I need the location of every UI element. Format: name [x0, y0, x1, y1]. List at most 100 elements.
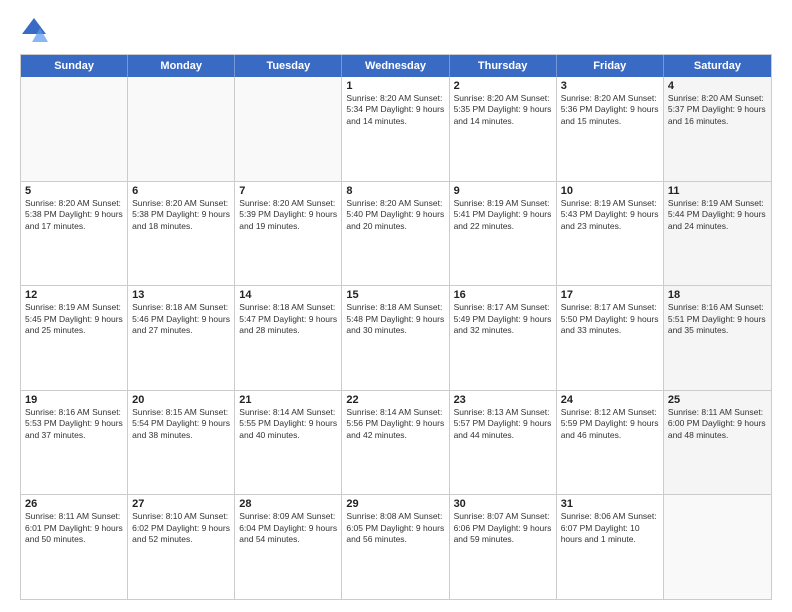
day-cell-20: 20Sunrise: 8:15 AM Sunset: 5:54 PM Dayli…: [128, 391, 235, 495]
day-number: 12: [25, 289, 123, 301]
day-info: Sunrise: 8:16 AM Sunset: 5:53 PM Dayligh…: [25, 407, 123, 441]
day-number: 14: [239, 289, 337, 301]
day-info: Sunrise: 8:19 AM Sunset: 5:44 PM Dayligh…: [668, 198, 767, 232]
day-info: Sunrise: 8:11 AM Sunset: 6:00 PM Dayligh…: [668, 407, 767, 441]
day-cell-2: 2Sunrise: 8:20 AM Sunset: 5:35 PM Daylig…: [450, 77, 557, 181]
day-number: 3: [561, 80, 659, 92]
day-info: Sunrise: 8:20 AM Sunset: 5:40 PM Dayligh…: [346, 198, 444, 232]
calendar-row-2: 5Sunrise: 8:20 AM Sunset: 5:38 PM Daylig…: [21, 181, 771, 286]
day-cell-26: 26Sunrise: 8:11 AM Sunset: 6:01 PM Dayli…: [21, 495, 128, 599]
day-info: Sunrise: 8:18 AM Sunset: 5:48 PM Dayligh…: [346, 302, 444, 336]
day-cell-6: 6Sunrise: 8:20 AM Sunset: 5:38 PM Daylig…: [128, 182, 235, 286]
day-number: 21: [239, 394, 337, 406]
calendar-row-3: 12Sunrise: 8:19 AM Sunset: 5:45 PM Dayli…: [21, 285, 771, 390]
day-cell-15: 15Sunrise: 8:18 AM Sunset: 5:48 PM Dayli…: [342, 286, 449, 390]
day-cell-3: 3Sunrise: 8:20 AM Sunset: 5:36 PM Daylig…: [557, 77, 664, 181]
day-number: 19: [25, 394, 123, 406]
calendar-header-row: SundayMondayTuesdayWednesdayThursdayFrid…: [21, 55, 771, 77]
day-info: Sunrise: 8:10 AM Sunset: 6:02 PM Dayligh…: [132, 511, 230, 545]
day-number: 29: [346, 498, 444, 510]
header-day-saturday: Saturday: [664, 55, 771, 77]
day-cell-21: 21Sunrise: 8:14 AM Sunset: 5:55 PM Dayli…: [235, 391, 342, 495]
day-cell-7: 7Sunrise: 8:20 AM Sunset: 5:39 PM Daylig…: [235, 182, 342, 286]
day-number: 2: [454, 80, 552, 92]
day-info: Sunrise: 8:07 AM Sunset: 6:06 PM Dayligh…: [454, 511, 552, 545]
day-cell-4: 4Sunrise: 8:20 AM Sunset: 5:37 PM Daylig…: [664, 77, 771, 181]
day-number: 31: [561, 498, 659, 510]
day-cell-27: 27Sunrise: 8:10 AM Sunset: 6:02 PM Dayli…: [128, 495, 235, 599]
day-info: Sunrise: 8:20 AM Sunset: 5:38 PM Dayligh…: [132, 198, 230, 232]
day-number: 9: [454, 185, 552, 197]
day-info: Sunrise: 8:14 AM Sunset: 5:56 PM Dayligh…: [346, 407, 444, 441]
day-number: 8: [346, 185, 444, 197]
day-number: 28: [239, 498, 337, 510]
day-info: Sunrise: 8:08 AM Sunset: 6:05 PM Dayligh…: [346, 511, 444, 545]
calendar-row-5: 26Sunrise: 8:11 AM Sunset: 6:01 PM Dayli…: [21, 494, 771, 599]
header: [20, 16, 772, 44]
day-number: 20: [132, 394, 230, 406]
header-day-wednesday: Wednesday: [342, 55, 449, 77]
day-cell-5: 5Sunrise: 8:20 AM Sunset: 5:38 PM Daylig…: [21, 182, 128, 286]
day-info: Sunrise: 8:20 AM Sunset: 5:36 PM Dayligh…: [561, 93, 659, 127]
day-cell-10: 10Sunrise: 8:19 AM Sunset: 5:43 PM Dayli…: [557, 182, 664, 286]
day-info: Sunrise: 8:14 AM Sunset: 5:55 PM Dayligh…: [239, 407, 337, 441]
calendar-row-1: 1Sunrise: 8:20 AM Sunset: 5:34 PM Daylig…: [21, 77, 771, 181]
day-info: Sunrise: 8:18 AM Sunset: 5:46 PM Dayligh…: [132, 302, 230, 336]
day-cell-29: 29Sunrise: 8:08 AM Sunset: 6:05 PM Dayli…: [342, 495, 449, 599]
empty-cell: [128, 77, 235, 181]
day-number: 23: [454, 394, 552, 406]
day-number: 24: [561, 394, 659, 406]
day-info: Sunrise: 8:09 AM Sunset: 6:04 PM Dayligh…: [239, 511, 337, 545]
day-info: Sunrise: 8:20 AM Sunset: 5:39 PM Dayligh…: [239, 198, 337, 232]
day-info: Sunrise: 8:06 AM Sunset: 6:07 PM Dayligh…: [561, 511, 659, 545]
day-number: 7: [239, 185, 337, 197]
day-number: 13: [132, 289, 230, 301]
day-info: Sunrise: 8:20 AM Sunset: 5:35 PM Dayligh…: [454, 93, 552, 127]
day-number: 27: [132, 498, 230, 510]
day-cell-30: 30Sunrise: 8:07 AM Sunset: 6:06 PM Dayli…: [450, 495, 557, 599]
day-info: Sunrise: 8:11 AM Sunset: 6:01 PM Dayligh…: [25, 511, 123, 545]
day-cell-11: 11Sunrise: 8:19 AM Sunset: 5:44 PM Dayli…: [664, 182, 771, 286]
day-number: 10: [561, 185, 659, 197]
day-number: 15: [346, 289, 444, 301]
day-number: 6: [132, 185, 230, 197]
empty-cell: [21, 77, 128, 181]
day-number: 26: [25, 498, 123, 510]
day-cell-8: 8Sunrise: 8:20 AM Sunset: 5:40 PM Daylig…: [342, 182, 449, 286]
day-number: 30: [454, 498, 552, 510]
calendar-body: 1Sunrise: 8:20 AM Sunset: 5:34 PM Daylig…: [21, 77, 771, 599]
day-info: Sunrise: 8:20 AM Sunset: 5:34 PM Dayligh…: [346, 93, 444, 127]
day-cell-23: 23Sunrise: 8:13 AM Sunset: 5:57 PM Dayli…: [450, 391, 557, 495]
day-info: Sunrise: 8:13 AM Sunset: 5:57 PM Dayligh…: [454, 407, 552, 441]
day-number: 18: [668, 289, 767, 301]
day-number: 4: [668, 80, 767, 92]
day-info: Sunrise: 8:12 AM Sunset: 5:59 PM Dayligh…: [561, 407, 659, 441]
day-number: 22: [346, 394, 444, 406]
calendar-row-4: 19Sunrise: 8:16 AM Sunset: 5:53 PM Dayli…: [21, 390, 771, 495]
day-cell-14: 14Sunrise: 8:18 AM Sunset: 5:47 PM Dayli…: [235, 286, 342, 390]
day-cell-31: 31Sunrise: 8:06 AM Sunset: 6:07 PM Dayli…: [557, 495, 664, 599]
calendar: SundayMondayTuesdayWednesdayThursdayFrid…: [20, 54, 772, 600]
day-number: 25: [668, 394, 767, 406]
day-cell-19: 19Sunrise: 8:16 AM Sunset: 5:53 PM Dayli…: [21, 391, 128, 495]
day-info: Sunrise: 8:17 AM Sunset: 5:49 PM Dayligh…: [454, 302, 552, 336]
day-cell-16: 16Sunrise: 8:17 AM Sunset: 5:49 PM Dayli…: [450, 286, 557, 390]
day-cell-18: 18Sunrise: 8:16 AM Sunset: 5:51 PM Dayli…: [664, 286, 771, 390]
day-cell-17: 17Sunrise: 8:17 AM Sunset: 5:50 PM Dayli…: [557, 286, 664, 390]
day-info: Sunrise: 8:18 AM Sunset: 5:47 PM Dayligh…: [239, 302, 337, 336]
day-cell-13: 13Sunrise: 8:18 AM Sunset: 5:46 PM Dayli…: [128, 286, 235, 390]
day-info: Sunrise: 8:15 AM Sunset: 5:54 PM Dayligh…: [132, 407, 230, 441]
empty-cell: [235, 77, 342, 181]
day-cell-22: 22Sunrise: 8:14 AM Sunset: 5:56 PM Dayli…: [342, 391, 449, 495]
empty-cell: [664, 495, 771, 599]
day-info: Sunrise: 8:16 AM Sunset: 5:51 PM Dayligh…: [668, 302, 767, 336]
header-day-friday: Friday: [557, 55, 664, 77]
day-number: 17: [561, 289, 659, 301]
day-info: Sunrise: 8:19 AM Sunset: 5:41 PM Dayligh…: [454, 198, 552, 232]
day-info: Sunrise: 8:19 AM Sunset: 5:45 PM Dayligh…: [25, 302, 123, 336]
header-day-monday: Monday: [128, 55, 235, 77]
day-number: 11: [668, 185, 767, 197]
day-cell-12: 12Sunrise: 8:19 AM Sunset: 5:45 PM Dayli…: [21, 286, 128, 390]
day-info: Sunrise: 8:17 AM Sunset: 5:50 PM Dayligh…: [561, 302, 659, 336]
day-info: Sunrise: 8:20 AM Sunset: 5:38 PM Dayligh…: [25, 198, 123, 232]
